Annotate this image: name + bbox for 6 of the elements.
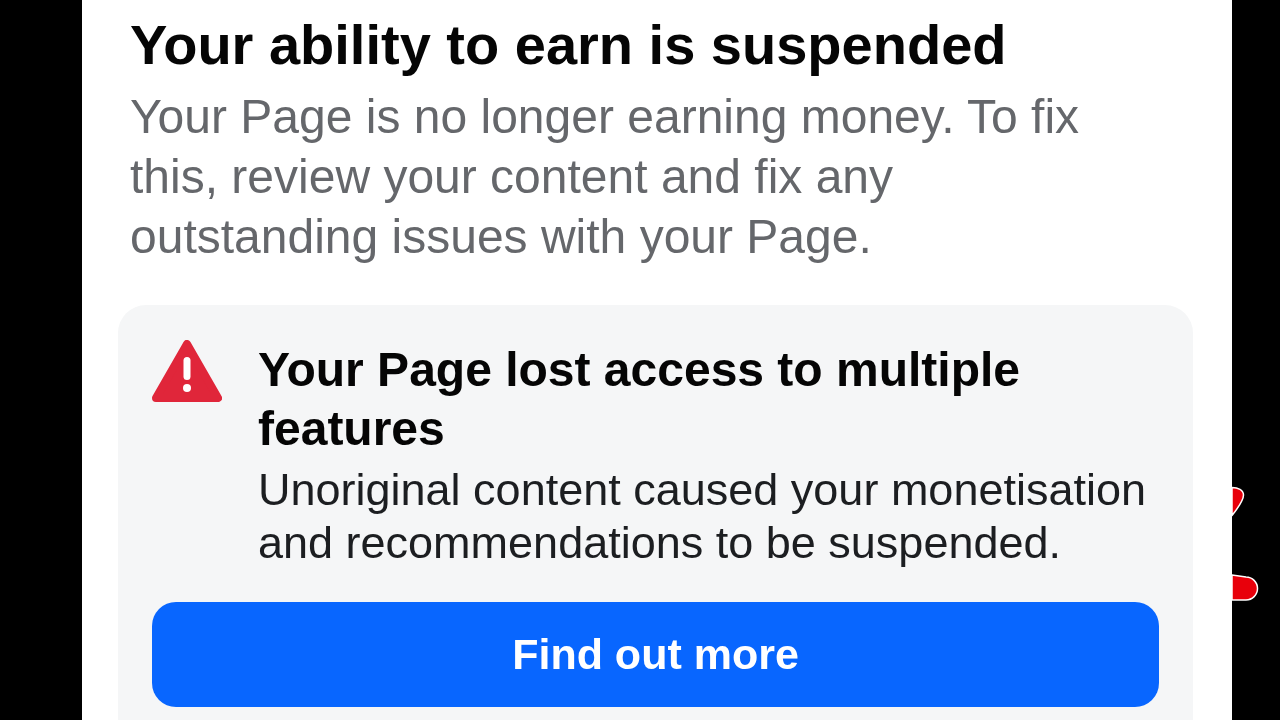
alert-title: Your Page lost access to multiple features <box>258 342 1021 457</box>
find-out-more-button[interactable]: Find out more <box>152 602 1159 707</box>
description-text: Your Page is no longer earning money. To fix this, review your content and fix any outstanding issues with your Page. <box>130 89 1081 265</box>
page-title: Your ability to earn is suspended <box>130 13 1008 77</box>
warning-icon <box>152 340 222 402</box>
alert-message: Unoriginal content caused your monetisation and recommendations to be suspended. <box>258 463 1148 569</box>
